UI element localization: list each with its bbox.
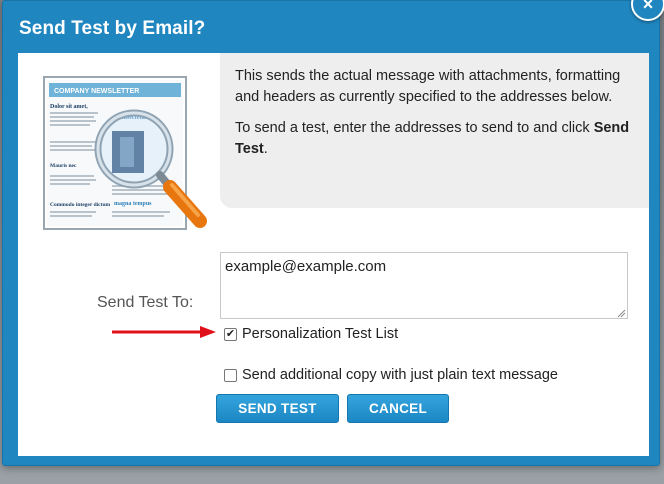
newsletter-headline-1: Dolor sit amet, [50,104,88,110]
newsletter-magnifier-illustration: COMPANY NEWSLETTER Dolor sit amet, Mauri… [43,76,207,230]
newsletter-headline-3: Commodo integer dictum [50,202,111,208]
personalization-label: Personalization Test List [242,326,399,342]
dialog-body: COMPANY NEWSLETTER Dolor sit amet, Mauri… [18,53,649,456]
info-paragraph-2: To send a test, enter the addresses to s… [235,120,630,157]
send-test-dialog: Send Test by Email? × COMPANY NEWSLETTER… [2,0,664,466]
close-button[interactable]: × [631,0,664,21]
send-test-to-label: Send Test To: [97,294,194,311]
email-addresses-input[interactable]: example@example.com [220,252,628,319]
red-arrow-icon [112,326,216,338]
personalization-test-list-option[interactable]: ✔ Personalization Test List [224,326,398,342]
plain-text-label: Send additional copy with just plain tex… [242,367,558,383]
plain-text-copy-option[interactable]: Send additional copy with just plain tex… [224,367,558,383]
send-test-button[interactable]: SEND TEST [216,394,339,423]
newsletter-headline-5: magna tempus [114,201,152,207]
info-paragraph-1: This sends the actual message with attac… [235,68,621,105]
resize-grip-icon[interactable] [616,308,626,318]
plain-text-checkbox[interactable] [224,368,237,382]
close-icon: × [642,0,654,14]
personalization-checkbox[interactable]: ✔ [224,327,237,341]
newsletter-header-text: COMPANY NEWSLETTER [54,88,139,95]
newsletter-headline-2: Mauris nec [50,163,77,169]
info-box: This sends the actual message with attac… [220,53,649,208]
dialog-title: Send Test by Email? [19,18,206,39]
cancel-button[interactable]: CANCEL [347,394,449,423]
